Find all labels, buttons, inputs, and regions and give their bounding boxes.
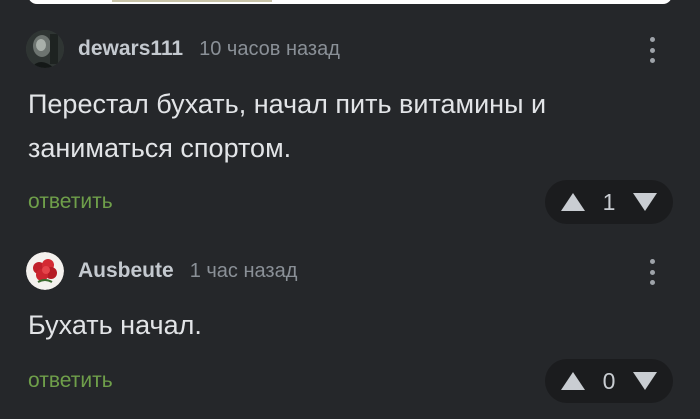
more-options-button[interactable]	[640, 256, 664, 288]
username[interactable]: Ausbeute	[78, 259, 174, 283]
upvote-button[interactable]	[559, 191, 587, 213]
downvote-button[interactable]	[631, 370, 659, 392]
reply-button[interactable]: ответить	[28, 369, 113, 393]
post-image-edge	[112, 0, 272, 2]
triangle-up-icon	[561, 372, 585, 390]
previous-post-card	[28, 0, 672, 4]
rating-count: 0	[602, 367, 616, 394]
avatar[interactable]	[26, 30, 64, 68]
timestamp[interactable]: 10 часов назад	[199, 38, 340, 61]
username[interactable]: dewars111	[78, 37, 183, 61]
reply-button[interactable]: ответить	[28, 190, 113, 214]
upvote-button[interactable]	[559, 370, 587, 392]
rating-count: 1	[602, 188, 616, 215]
comments-page: dewars111 10 часов назад Перестал бухать…	[0, 0, 700, 419]
more-vertical-icon	[649, 259, 655, 264]
triangle-down-icon	[632, 372, 657, 390]
comment-header: Ausbeute 1 час назад	[26, 251, 297, 291]
more-vertical-icon	[649, 37, 655, 42]
vote-control: 0	[545, 359, 673, 403]
vote-control: 1	[545, 180, 673, 224]
comment-text: Бухать начал.	[28, 310, 202, 340]
avatar[interactable]	[26, 252, 64, 290]
triangle-down-icon	[632, 193, 657, 211]
triangle-up-icon	[561, 193, 585, 211]
timestamp[interactable]: 1 час назад	[190, 260, 298, 283]
more-options-button[interactable]	[640, 34, 664, 66]
comment-text: Перестал бухать, начал пить витамины и з…	[28, 89, 547, 163]
comment-header: dewars111 10 часов назад	[26, 29, 340, 69]
downvote-button[interactable]	[631, 191, 659, 213]
